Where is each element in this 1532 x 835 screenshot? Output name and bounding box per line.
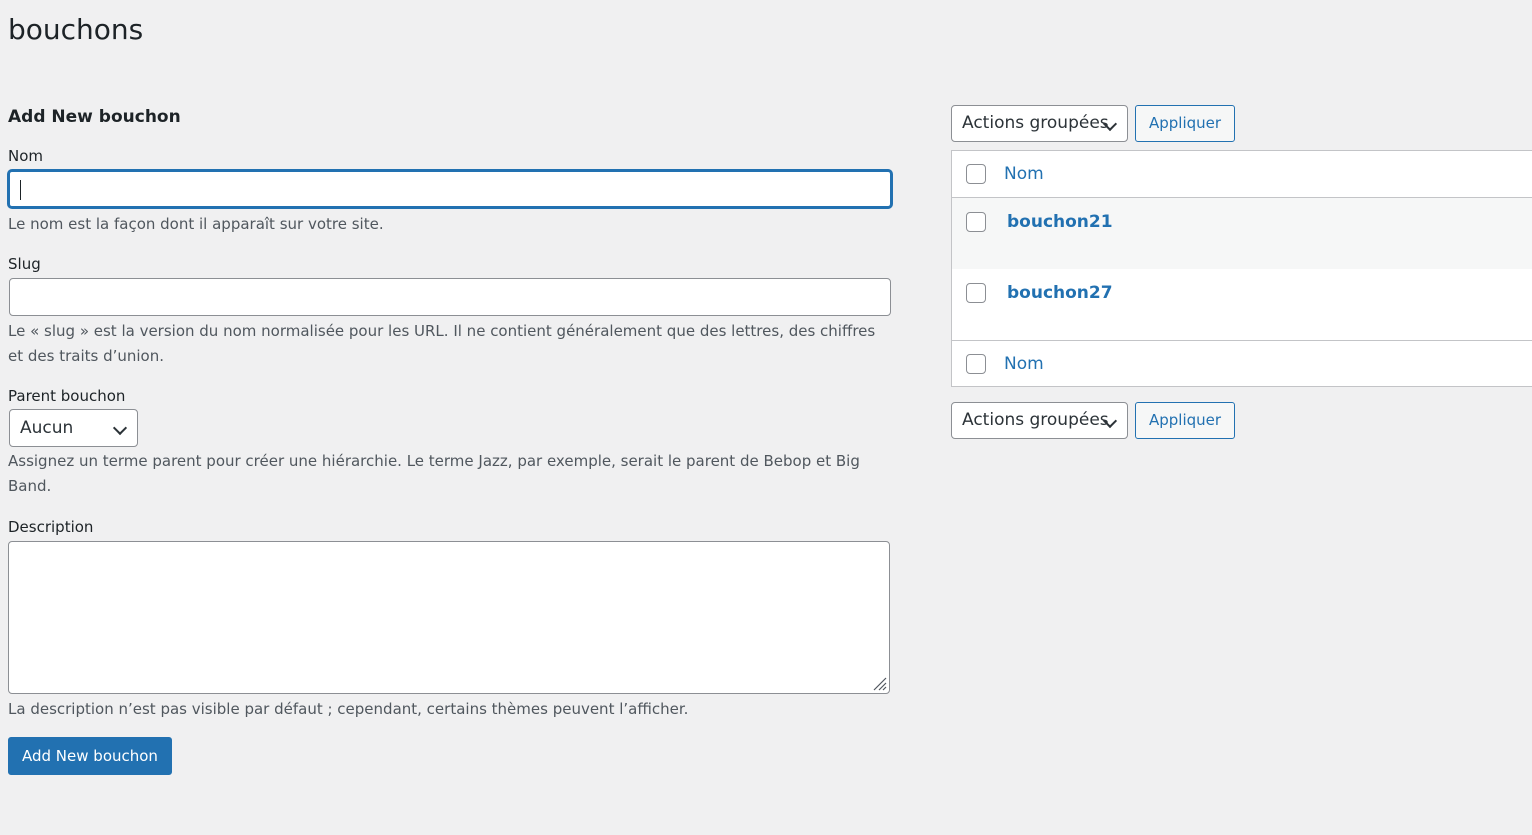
description-textarea[interactable] (8, 541, 890, 694)
add-term-button[interactable]: Add New bouchon (8, 737, 172, 775)
slug-input[interactable] (9, 278, 891, 316)
term-name-link[interactable]: bouchon21 (1007, 210, 1113, 269)
row-checkbox[interactable] (966, 212, 986, 232)
column-footer-name[interactable]: Nom (1004, 354, 1044, 374)
table-header: Nom (952, 151, 1532, 198)
bulk-actions-value: Actions groupées (962, 113, 1109, 133)
term-name-link[interactable]: bouchon27 (1007, 281, 1113, 340)
parent-label: Parent bouchon (8, 387, 126, 405)
name-help: Le nom est la façon dont il apparaît sur… (8, 215, 384, 233)
bulk-actions-select[interactable]: Actions groupées (951, 104, 1128, 142)
column-header-name[interactable]: Nom (1004, 164, 1044, 184)
resize-handle-icon[interactable] (871, 675, 887, 691)
name-label: Nom (8, 147, 44, 165)
chevron-down-icon (112, 420, 128, 436)
table-row: bouchon27 (952, 269, 1532, 340)
select-all-checkbox-footer[interactable] (966, 354, 986, 374)
parent-select[interactable]: Aucun (9, 409, 138, 447)
page-title: bouchons (8, 13, 144, 46)
terms-table: Nom bouchon21 bouchon27 Nom (951, 150, 1532, 387)
bulk-actions-select-bottom[interactable]: Actions groupées (951, 401, 1128, 439)
bulk-actions-bottom: Actions groupées Appliquer (951, 401, 1236, 439)
select-all-checkbox[interactable] (966, 164, 986, 184)
parent-select-value: Aucun (20, 418, 74, 438)
terms-list: Actions groupées Appliquer Nom bouchon21… (951, 104, 1532, 439)
apply-button[interactable]: Appliquer (1135, 104, 1236, 142)
slug-label: Slug (8, 255, 41, 273)
apply-button-bottom[interactable]: Appliquer (1135, 401, 1236, 439)
name-input[interactable] (8, 170, 892, 208)
bulk-actions-top: Actions groupées Appliquer (951, 104, 1532, 142)
table-row: bouchon21 (952, 198, 1532, 269)
description-label: Description (8, 518, 94, 536)
text-caret (20, 180, 21, 200)
bulk-actions-value-bottom: Actions groupées (962, 410, 1109, 430)
parent-help: Assignez un terme parent pour créer une … (8, 452, 860, 495)
add-term-form: Add New bouchon Nom Le nom est la façon … (8, 104, 892, 775)
description-help: La description n’est pas visible par déf… (8, 700, 689, 718)
slug-help: Le « slug » est la version du nom normal… (8, 322, 876, 365)
row-checkbox[interactable] (966, 283, 986, 303)
table-footer: Nom (952, 340, 1532, 387)
term-admin-page: bouchons Add New bouchon Nom Le nom est … (0, 0, 1532, 835)
form-heading: Add New bouchon (8, 107, 181, 127)
